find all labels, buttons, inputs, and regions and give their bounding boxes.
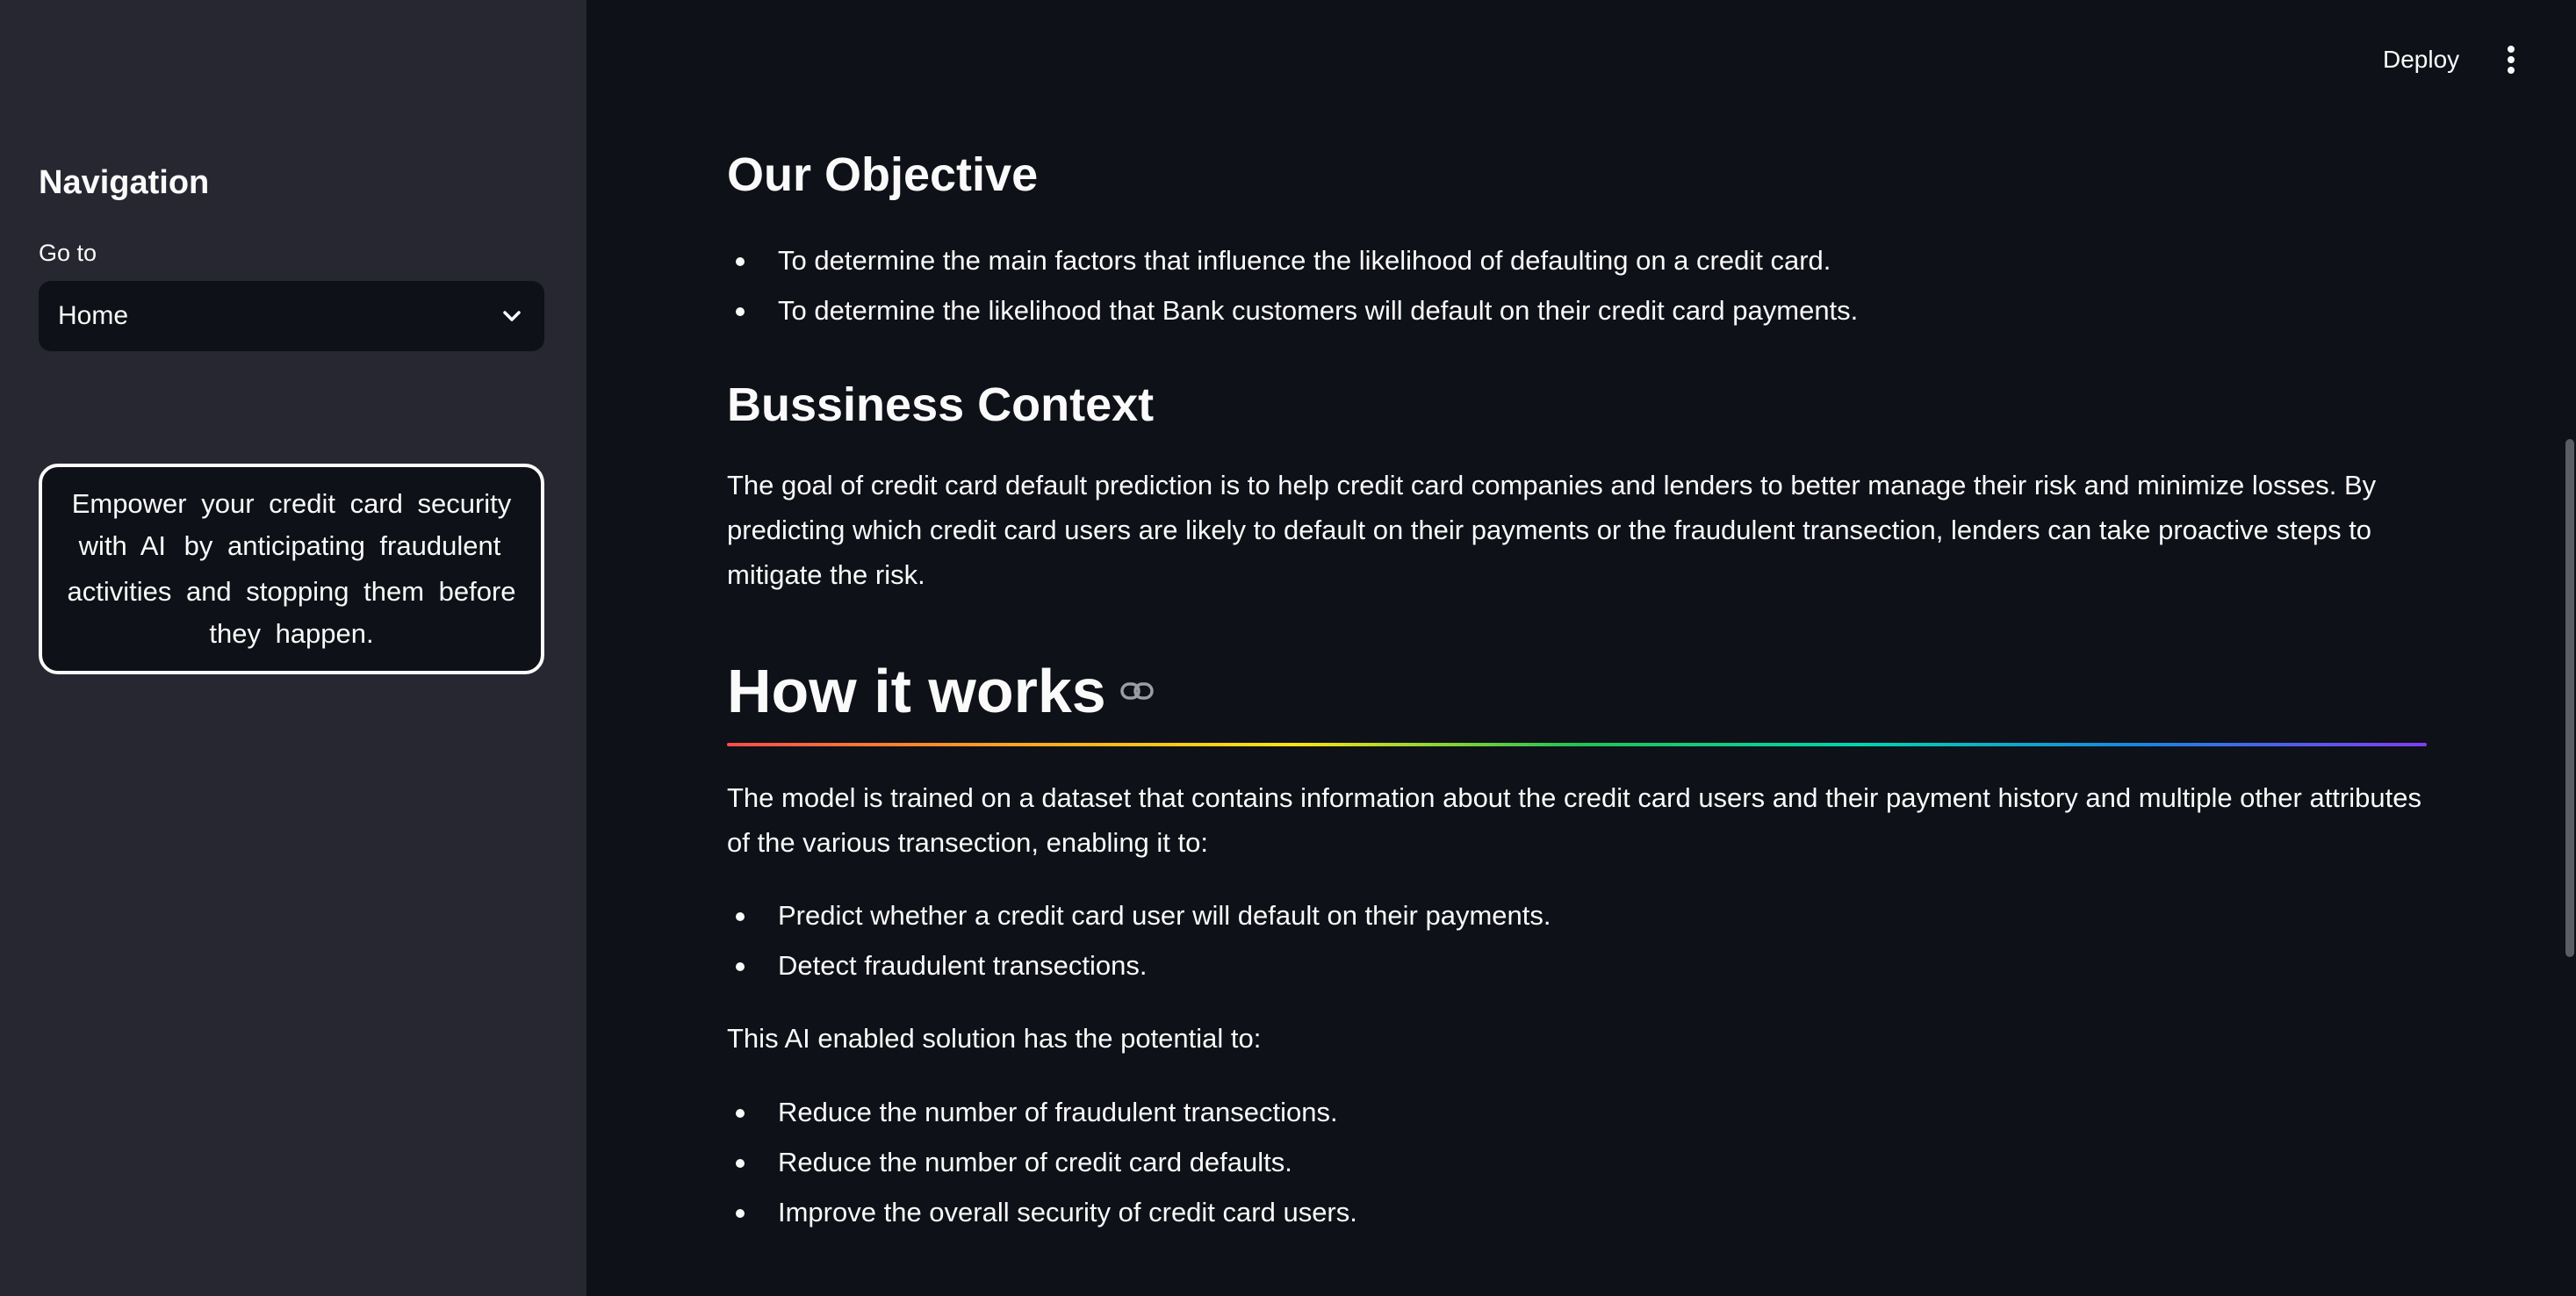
goto-label: Go to	[39, 240, 97, 266]
chevron-down-icon	[499, 303, 525, 329]
link-icon[interactable]	[1119, 681, 1154, 701]
how-it-works-title: How it works	[727, 657, 1106, 725]
capabilities-list: Predict whether a credit card user will …	[727, 890, 1551, 990]
main-scrollbar[interactable]	[2565, 439, 2574, 957]
promo-card: Empower your credit card security with A…	[39, 464, 544, 674]
how-it-works-heading: How it works	[727, 652, 1154, 731]
potential-intro: This AI enabled solution has the potenti…	[727, 1023, 1262, 1054]
list-item: Detect fraudulent transections.	[727, 940, 1551, 990]
context-paragraph: The goal of credit card default predicti…	[727, 470, 2377, 590]
list-item: To determine the likelihood that Bank cu…	[727, 285, 1858, 335]
promo-text-part3: activities and stopping them before they…	[67, 576, 516, 649]
context-heading: Bussiness Context	[727, 378, 1155, 431]
list-item: Reduce the number of credit card default…	[727, 1137, 1357, 1187]
objective-heading: Our Objective	[727, 148, 1039, 201]
potential-list: Reduce the number of fraudulent transect…	[727, 1087, 1357, 1237]
deploy-button[interactable]: Deploy	[2371, 35, 2472, 84]
list-item: Predict whether a credit card user will …	[727, 890, 1551, 940]
promo-text: Empower your credit card security with A…	[60, 483, 523, 655]
objective-list: To determine the main factors that influ…	[727, 235, 1858, 335]
sidebar-title: Navigation	[39, 164, 210, 201]
page-select[interactable]: Home	[39, 281, 544, 351]
list-item: Reduce the number of fraudulent transect…	[727, 1087, 1357, 1137]
app-root: Navigation Go to Home Empower your credi…	[0, 0, 2576, 1296]
main-menu-button[interactable]	[2492, 39, 2530, 81]
heading-divider	[727, 743, 2427, 746]
list-item: Improve the overall security of credit c…	[727, 1187, 1357, 1237]
list-item: To determine the main factors that influ…	[727, 235, 1858, 285]
how-it-works-intro: The model is trained on a dataset that c…	[727, 782, 2421, 858]
promo-text-part2: by anticipating fraudulent	[183, 530, 501, 561]
sidebar: Navigation Go to Home Empower your credi…	[0, 0, 586, 1296]
page-select-value: Home	[58, 301, 129, 330]
vertical-dots-icon	[2508, 46, 2515, 74]
